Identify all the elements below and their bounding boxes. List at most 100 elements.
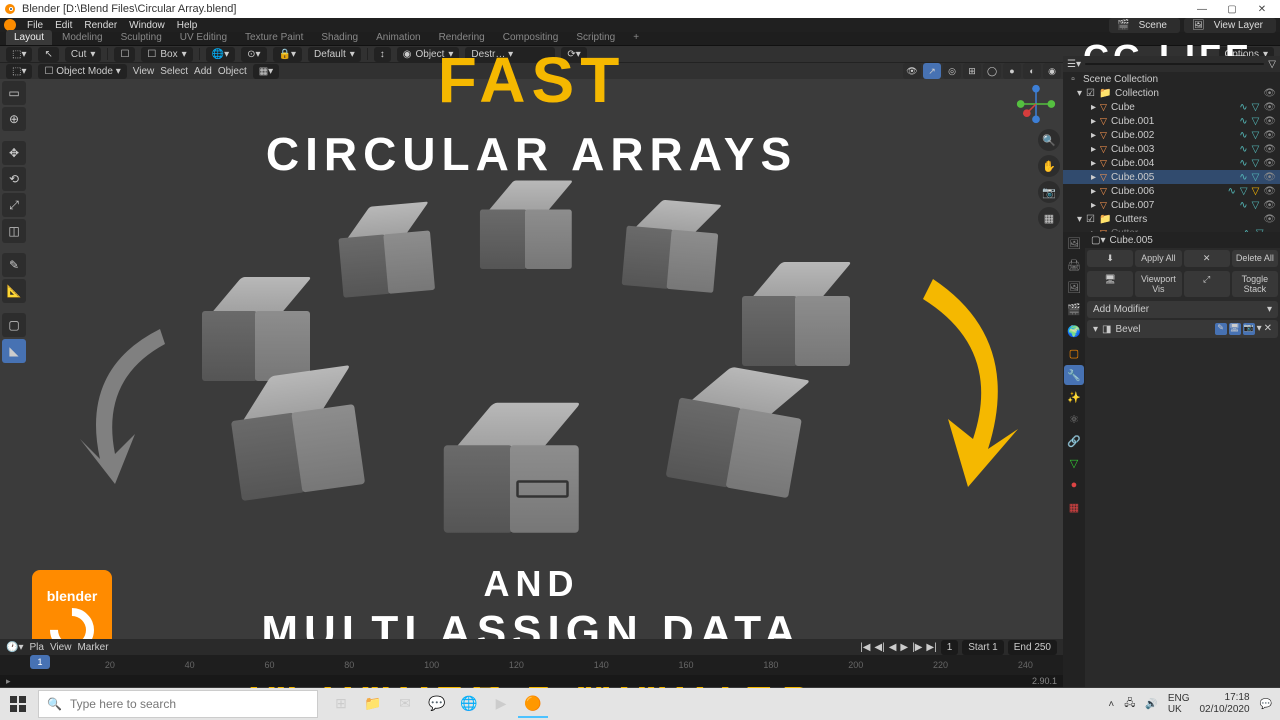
chrome-icon[interactable]: 🌐 [454, 690, 484, 718]
vp-menu-select[interactable]: Select [160, 66, 188, 77]
gizmo-toggle-icon[interactable]: ↗ [923, 63, 941, 79]
ptab-physics-icon[interactable]: ⚛ [1064, 409, 1084, 429]
play-reverse-icon[interactable]: ◀ [889, 642, 897, 653]
tray-up-icon[interactable]: ˄ [1108, 699, 1114, 710]
toggle-stack-button[interactable]: Toggle Stack [1232, 271, 1278, 297]
expand-icon[interactable]: ⤢ [1184, 271, 1230, 297]
task-view-icon[interactable]: ⊞ [326, 690, 356, 718]
tab-layout[interactable]: Layout [6, 30, 52, 45]
pan-icon[interactable]: ✋ [1038, 155, 1060, 177]
cursor-tool-icon[interactable]: ⊕ [2, 107, 26, 131]
tab-shading[interactable]: Shading [313, 30, 366, 45]
timeline-view-menu[interactable]: View [50, 642, 72, 653]
knife-tool-icon[interactable]: ◣ [2, 339, 26, 363]
shading-rendered-icon[interactable]: ◉ [1043, 63, 1061, 79]
viewport-vis-button[interactable]: Viewport Vis [1135, 271, 1181, 297]
current-frame-field[interactable]: 1 [941, 640, 959, 655]
window-maximize-button[interactable]: ▢ [1218, 1, 1246, 17]
rotate-tool-icon[interactable]: ⟲ [2, 167, 26, 191]
selectability-icon[interactable]: 👁 [903, 63, 921, 79]
measure-tool-icon[interactable]: 📐 [2, 279, 26, 303]
editor-icon[interactable]: ⬚▾ [6, 64, 32, 79]
mod-menu-icon[interactable]: ▾ [1257, 323, 1262, 335]
outliner-item[interactable]: ▸▽Cube.007∿▽👁 [1063, 198, 1280, 212]
ptab-scene-icon[interactable]: 🎬 [1064, 299, 1084, 319]
tab-add[interactable]: + [625, 30, 647, 45]
xray-icon[interactable]: ⊞ [963, 63, 981, 79]
scene-collection-row[interactable]: ▫Scene Collection [1063, 72, 1280, 86]
color-sets-icon[interactable]: ▦▾ [253, 64, 279, 79]
playhead[interactable]: 1 [30, 655, 50, 669]
pivot-dropdown[interactable]: ⊙▾ [241, 47, 266, 62]
menu-help[interactable]: Help [172, 20, 203, 31]
collapse-icon[interactable]: ▸ [6, 676, 11, 687]
mod-render-icon[interactable]: 📷 [1243, 323, 1255, 335]
zoom-icon[interactable]: 🔍 [1038, 129, 1060, 151]
vp-menu-object[interactable]: Object [218, 66, 247, 77]
move-tool-icon[interactable]: ✥ [2, 141, 26, 165]
editor-type-icon[interactable]: ⬚▾ [6, 47, 32, 62]
ptab-viewlayer-icon[interactable]: 🖼 [1064, 277, 1084, 297]
transform-tool-icon[interactable]: ◫ [2, 219, 26, 243]
start-button[interactable] [0, 688, 36, 720]
tab-sculpting[interactable]: Sculpting [113, 30, 170, 45]
menu-file[interactable]: File [22, 20, 48, 31]
vp-menu-add[interactable]: Add [194, 66, 212, 77]
display-icon[interactable]: 🖥 [1087, 271, 1133, 297]
camera-icon[interactable]: 📷 [1038, 181, 1060, 203]
blender-taskbar-icon[interactable]: 🟠 [518, 690, 548, 718]
ptab-texture-icon[interactable]: ▦ [1064, 497, 1084, 517]
rewind-start-icon[interactable]: |◀ [860, 642, 870, 653]
3d-viewport[interactable]: 👁 ↗ ◎ ⊞ ◯ ● ◐ ◉ ▭ ⊕ ✥ ⟲ ⤢ ◫ ✎ 📐 ▢ ◣ 🔍 ✋ … [0, 79, 1063, 639]
ptab-render-icon[interactable]: 🖼 [1064, 233, 1084, 253]
menu-edit[interactable]: Edit [50, 20, 77, 31]
orientation-dropdown[interactable]: 🌐▾ [206, 47, 235, 62]
timeline-ruler[interactable]: 1 020406080100120140160180200220240 [0, 655, 1063, 675]
transform-icon[interactable]: ↕ [374, 47, 391, 62]
window-minimize-button[interactable]: — [1188, 1, 1216, 17]
outliner-search[interactable] [1085, 63, 1264, 65]
play-icon[interactable]: ▶ [900, 642, 908, 653]
lang-indicator[interactable]: ENGUK [1168, 693, 1190, 715]
shading-wire-icon[interactable]: ◯ [983, 63, 1001, 79]
timeline-marker-menu[interactable]: Marker [77, 642, 108, 653]
keyframe-next-icon[interactable]: |▶ [912, 642, 922, 653]
start-frame-field[interactable]: Start 1 [962, 640, 1003, 655]
mode-dropdown[interactable]: ☐ Object Mode ▾ [38, 64, 126, 79]
tab-modeling[interactable]: Modeling [54, 30, 111, 45]
notifications-icon[interactable]: 💬 [1260, 699, 1272, 710]
modifier-bevel-row[interactable]: ▾◨Bevel ✎🖥📷▾✕ [1087, 320, 1278, 338]
ptab-object-icon[interactable]: ▢ [1064, 343, 1084, 363]
outliner-item[interactable]: ▸▽Cube.006∿▽▽👁 [1063, 184, 1280, 198]
mail-icon[interactable]: ✉ [390, 690, 420, 718]
collection-row[interactable]: ▾☑📁Collection👁 [1063, 86, 1280, 100]
apply-all-button[interactable]: Apply All [1135, 250, 1181, 267]
keyframe-prev-icon[interactable]: ◀| [874, 642, 884, 653]
tab-texturepaint[interactable]: Texture Paint [237, 30, 311, 45]
outliner-item[interactable]: ▸▽Cube.001∿▽👁 [1063, 114, 1280, 128]
delete-all-button[interactable]: Delete All [1232, 250, 1278, 267]
breadcrumb-object[interactable]: Cube.005 [1109, 235, 1152, 246]
ptab-modifiers-icon[interactable]: 🔧 [1064, 365, 1084, 385]
cut-dropdown[interactable]: Cut ▾ [65, 47, 102, 62]
ptab-mesh-icon[interactable]: ▽ [1064, 453, 1084, 473]
lock-icon[interactable]: 🔒▾ [273, 47, 302, 62]
sound-icon[interactable]: 🔊 [1145, 699, 1157, 710]
taskbar-search[interactable]: 🔍Type here to search [38, 690, 318, 718]
default-shading-dropdown[interactable]: Default ▾ [308, 47, 361, 62]
timeline-editor-icon[interactable]: 🕐▾ [6, 642, 23, 653]
mod-close-icon[interactable]: ✕ [1264, 323, 1272, 335]
add-modifier-dropdown[interactable]: Add Modifier▾ [1087, 301, 1278, 318]
app-icon[interactable]: ▶ [486, 690, 516, 718]
network-icon[interactable]: 🖧 [1124, 696, 1135, 713]
ptab-constraints-icon[interactable]: 🔗 [1064, 431, 1084, 451]
shading-solid-icon[interactable]: ● [1003, 63, 1021, 79]
rewind-end-icon[interactable]: ▶| [926, 642, 936, 653]
navigation-gizmo[interactable] [1013, 81, 1059, 127]
outliner-item[interactable]: ▸▽Cube.002∿▽👁 [1063, 128, 1280, 142]
delete-x-icon[interactable]: ✕ [1184, 250, 1230, 267]
tab-animation[interactable]: Animation [368, 30, 428, 45]
explorer-icon[interactable]: 📁 [358, 690, 388, 718]
cutters-row[interactable]: ▾☑📁Cutters👁 [1063, 212, 1280, 226]
addcube-tool-icon[interactable]: ▢ [2, 313, 26, 337]
